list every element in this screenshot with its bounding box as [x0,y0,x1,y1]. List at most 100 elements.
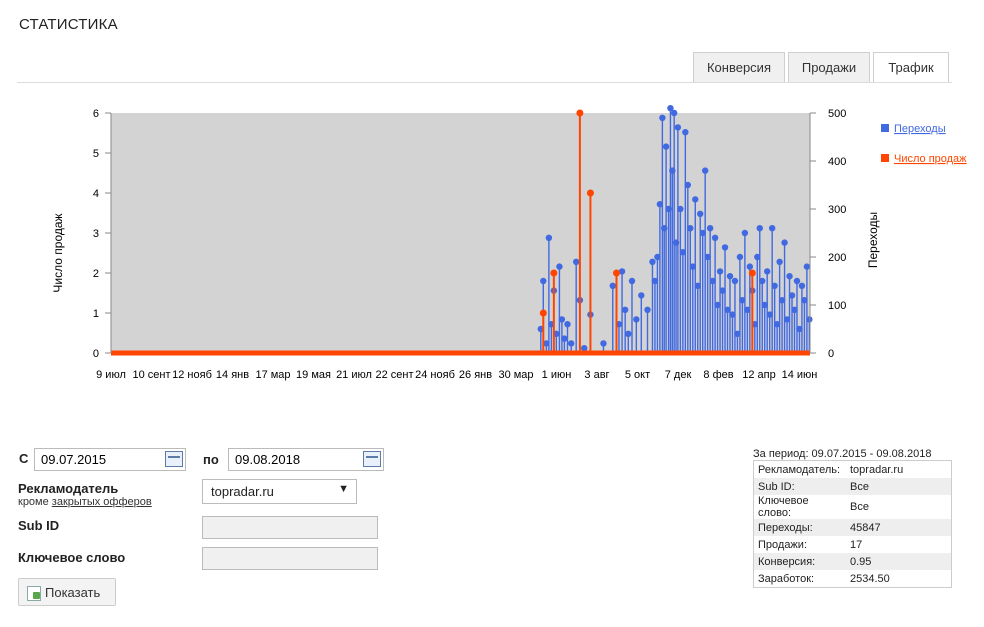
sales-point [612,269,620,277]
traffic-chart: 0 1 2 3 4 5 6 0 100 200 300 400 500 9 июл 10 сент 12 но… [51,105,967,381]
summary-row: Заработок: 2534.50 [754,570,952,588]
summary-table: Рекламодатель: topradar.ru Sub ID: Все Клю… [753,460,952,588]
summary-value: topradar.ru [850,463,904,476]
chart-legend: Переходы Число продаж [881,123,967,165]
clicks-point [561,335,568,342]
clicks-point [609,282,616,289]
legend-sales[interactable]: Число продаж [894,153,967,165]
summary-label: Конверсия: [753,553,846,570]
advertiser-select[interactable]: topradar.ru ▼ [202,479,357,504]
x-tick-label: 12 нояб [172,369,212,381]
y-left-tick-label: 2 [93,268,99,280]
summary-label: Заработок: [758,572,815,585]
subid-input[interactable] [202,516,378,539]
clicks-point [806,316,813,323]
y-right-tick-label: 100 [828,300,846,312]
x-tick-label: 3 авг [584,369,609,381]
clicks-point [701,167,709,174]
clicks-point [721,244,729,251]
clicks-point [662,143,670,150]
closed-offers-link[interactable]: закрытых офферов [52,496,152,508]
x-tick-label: 14 июн [782,369,818,381]
from-date-input[interactable] [34,448,186,471]
from-label: С [19,451,29,466]
chevron-down-icon: ▼ [338,483,349,495]
tab-conversion[interactable]: Конверсия [693,52,785,82]
clicks-point [677,205,684,213]
clicks-point [788,292,796,299]
clicks-point [731,277,739,285]
summary-row: Продажи: 17 [754,536,952,553]
legend-clicks[interactable]: Переходы [894,123,946,135]
clicks-point [628,277,636,285]
clicks-point [659,114,666,121]
sales-point [748,269,756,277]
summary-value: 45847 [846,519,952,536]
clicks-point [568,340,575,347]
clicks-point [674,124,682,131]
clicks-point [771,282,778,289]
y-right-tick-label: 0 [828,348,834,360]
summary-period: За период: 09.07.2015 - 09.08.2018 [753,448,932,460]
clicks-point [786,273,793,280]
x-tick-label: 10 сент [132,369,170,381]
x-tick-label: 17 мар [255,369,290,381]
x-tick-label: 8 фев [703,369,733,381]
x-tick-label: 26 янв [459,369,492,381]
clicks-point [746,263,754,270]
y-left-tick-label: 5 [93,148,99,160]
clicks-point [621,306,629,313]
x-tick-label: 1 июн [542,369,572,381]
summary-value: 2534.50 [850,572,890,585]
x-tick-label: 30 мар [498,369,533,381]
show-button-label: Показать [45,585,101,600]
summary-row: Конверсия: 0.95 [753,553,952,570]
tab-traffic[interactable]: Трафик [873,52,949,83]
clicks-point [768,225,776,232]
x-tick-label: 24 нояб [415,369,455,381]
clicks-point [644,306,651,313]
clicks-point [764,268,771,275]
clicks-point [581,345,588,352]
clicks-point [726,273,734,280]
show-button[interactable]: Показать [18,578,116,606]
advertiser-exception-note: кроме закрытых офферов [18,496,152,508]
clicks-point [600,340,607,347]
to-date-input[interactable] [228,448,384,471]
clicks-point [687,225,694,232]
clicks-point [558,316,566,323]
clicks-point [776,258,783,265]
x-tick-label: 5 окт [625,369,650,381]
clicks-point [638,292,645,299]
clicks-point [736,253,744,261]
x-tick-label: 21 июл [336,369,372,381]
y-axis-right-title: Переходы [866,212,880,268]
clicks-point [706,225,714,232]
clicks-point [545,234,553,241]
sales-point [550,269,558,277]
tab-sales[interactable]: Продажи [788,52,870,82]
y-left-tick-label: 6 [93,108,99,120]
summary-row: Рекламодатель: topradar.ru [754,461,952,479]
y-right-tick-label: 200 [828,252,846,264]
calendar-icon[interactable] [165,451,183,467]
subid-label: Sub ID [18,518,60,533]
summary-row: Переходы: 45847 [753,519,952,536]
calendar-icon[interactable] [363,451,381,467]
x-tick-label: 14 янв [216,369,249,381]
y-left-tick-label: 4 [93,188,99,200]
y-left-tick-label: 0 [93,348,99,360]
clicks-point [684,181,692,189]
summary-row: Ключевое слово: Все [754,495,952,519]
summary-value: Все [846,478,952,495]
clicks-point [741,229,749,237]
clicks-point [692,196,699,203]
summary-value: Все [850,501,869,513]
clicks-point [633,316,640,323]
keyword-input[interactable] [202,547,378,570]
clicks-point [697,210,704,217]
advertiser-label: Рекламодатель [18,481,119,496]
sales-point [576,109,584,117]
clicks-point [572,258,580,265]
y-left-tick-label: 3 [93,228,99,240]
